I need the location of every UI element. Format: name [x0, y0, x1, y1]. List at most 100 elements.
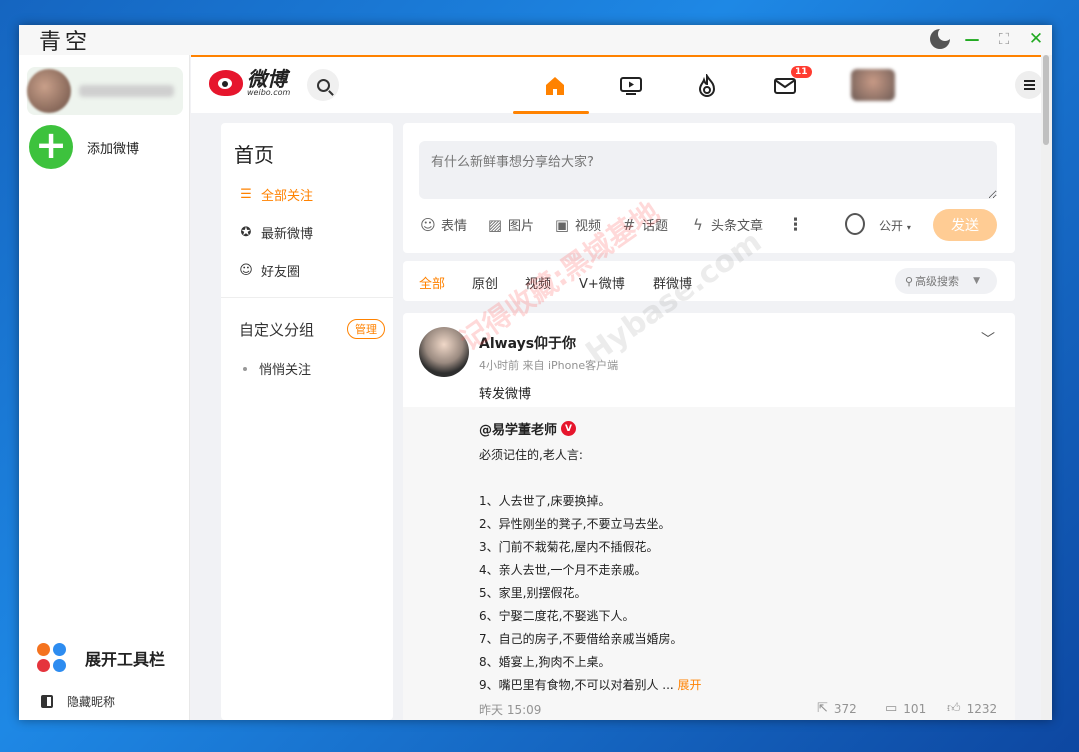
post-text: 转发微博 — [479, 387, 532, 402]
expand-toolbar-button[interactable]: 展开工具栏 — [37, 643, 165, 673]
repost-line: 8、婚宴上,狗肉不上桌。 — [479, 655, 611, 669]
image-icon: ▨ — [487, 215, 503, 234]
compose-input[interactable] — [419, 141, 997, 199]
close-icon[interactable]: ✕ — [1026, 29, 1046, 49]
article-button[interactable]: ϟ 头条文章 — [689, 215, 764, 235]
app-window: 青空 — ⛶ ✕ + 添加微博 展开工具栏 隐藏昵称 微博 weibo.com … — [19, 25, 1052, 720]
custom-group-title: 自定义分组 — [239, 321, 315, 339]
repost-text: 必须记住的,老人言: 1、人去世了,床要换掉。 2、异性刚坐的凳子,不要立马去坐… — [479, 444, 702, 697]
dark-mode-icon[interactable] — [930, 27, 952, 49]
timer-icon[interactable] — [845, 213, 865, 235]
bullet-icon — [243, 366, 247, 371]
repost-line: 1、人去世了,床要换掉。 — [479, 494, 611, 508]
maximize-icon[interactable]: ⛶ — [994, 29, 1014, 49]
share-count: 372 — [833, 701, 857, 716]
video-button[interactable]: ▣ 视频 — [553, 215, 602, 235]
weibo-view: 微博 weibo.com 11 首页 ☰ 全部关注 ✪ 最新微博 ☺ 好友圈 自… — [191, 55, 1052, 720]
manage-groups-button[interactable]: 管理 — [347, 319, 385, 339]
comment-icon: ▭ — [885, 701, 898, 716]
home-sidenav: 首页 ☰ 全部关注 ✪ 最新微博 ☺ 好友圈 自定义分组 管理 悄悄关注 — [221, 123, 393, 720]
chevron-down-icon[interactable]: ﹀ — [981, 329, 995, 349]
tab-video[interactable]: 视频 — [525, 273, 551, 292]
verified-icon: V — [561, 421, 577, 436]
friends-icon: ☺ — [239, 262, 253, 278]
tab-all[interactable]: 全部 — [419, 273, 445, 292]
sidenav-item-latest[interactable]: ✪ 最新微博 — [239, 223, 313, 242]
emoji-icon: ☺ — [420, 215, 436, 234]
repost-author-name[interactable]: @易学董老师 — [479, 419, 557, 438]
visibility-select[interactable]: 公开 ▾ — [879, 217, 911, 234]
emoji-button[interactable]: ☺ 表情 — [419, 215, 468, 235]
repost-line: 5、家里,别摆假花。 — [479, 586, 587, 600]
tool-label: 头条文章 — [711, 219, 764, 234]
tab-group[interactable]: 群微博 — [653, 273, 692, 292]
sidenav-item-all-following[interactable]: ☰ 全部关注 — [239, 185, 313, 204]
thumbs-up-icon: 👍︎ — [947, 701, 961, 716]
repost-line — [479, 467, 702, 490]
repost-line-last: 9、嘴巴里有食物,不可以对着别人 ... 展开 — [479, 674, 702, 697]
nav-video[interactable] — [609, 71, 653, 101]
weibo-logo[interactable]: 微博 weibo.com — [209, 69, 290, 97]
star-icon: ✪ — [240, 224, 252, 240]
lightning-icon: ϟ — [693, 215, 703, 234]
search-button[interactable] — [307, 69, 339, 101]
post-author-avatar[interactable] — [419, 327, 469, 377]
window-controls: — ⛶ ✕ — [930, 27, 1046, 49]
group-item-secret-follow[interactable]: 悄悄关注 — [243, 359, 311, 378]
page-scrollbar[interactable] — [1041, 55, 1052, 720]
reposted-content[interactable]: @易学董老师 V 必须记住的,老人言: 1、人去世了,床要换掉。 2、异性刚坐的… — [403, 407, 1015, 720]
menu-button[interactable] — [1015, 71, 1043, 99]
image-button[interactable]: ▨ 图片 — [486, 215, 535, 235]
minimize-icon[interactable]: — — [962, 29, 982, 49]
advanced-search-label: 高级搜索 — [915, 275, 960, 288]
like-button[interactable]: 👍︎ 1232 — [947, 701, 997, 716]
app-title: 青空 — [39, 30, 92, 55]
topic-button[interactable]: # 话题 — [620, 215, 668, 235]
logo-text-en: weibo.com — [247, 88, 291, 97]
tab-original[interactable]: 原创 — [472, 273, 498, 292]
sidenav-title: 首页 — [234, 143, 274, 167]
tool-label: 图片 — [508, 219, 535, 234]
repost-line: 必须记住的,老人言: — [479, 448, 583, 462]
account-panel: + 添加微博 展开工具栏 隐藏昵称 — [19, 55, 190, 720]
repost-line: 6、宁娶二度花,不娶逃下人。 — [479, 609, 635, 623]
message-count-badge: 11 — [791, 66, 812, 78]
nav-hot[interactable] — [685, 71, 729, 101]
sidebar-toggle-icon — [41, 695, 53, 708]
sidenav-item-friends[interactable]: ☺ 好友圈 — [239, 261, 300, 280]
repost-author[interactable]: @易学董老师 V — [479, 419, 577, 438]
account-name-blurred — [79, 85, 174, 97]
expand-toolbar-label: 展开工具栏 — [85, 650, 166, 669]
sidenav-item-label: 全部关注 — [261, 189, 314, 204]
tab-vplus[interactable]: V+微博 — [579, 273, 625, 292]
caret-down-icon: ▼ — [973, 276, 980, 286]
account-item[interactable] — [27, 67, 183, 115]
post-author-name[interactable]: Always仰于你 — [479, 333, 576, 353]
video-icon — [620, 77, 642, 95]
repost-line-text: 9、嘴巴里有食物,不可以对着别人 ... — [479, 678, 674, 692]
hide-nickname-toggle[interactable]: 隐藏昵称 — [41, 693, 115, 710]
nav-home[interactable] — [533, 71, 577, 101]
plus-icon: + — [29, 125, 73, 169]
search-icon: ⚲ — [905, 274, 914, 288]
share-button[interactable]: ⇱ 372 — [817, 701, 857, 716]
comment-button[interactable]: ▭ 101 — [885, 701, 926, 716]
search-icon — [316, 78, 330, 92]
list-icon: ☰ — [240, 186, 252, 202]
tool-label: 视频 — [575, 219, 602, 234]
scrollbar-thumb[interactable] — [1043, 55, 1049, 145]
repost-line: 2、异性刚坐的凳子,不要立马去坐。 — [479, 517, 671, 531]
more-tools-button[interactable]: ⋮ — [787, 215, 804, 235]
weibo-eye-icon — [209, 70, 243, 96]
add-weibo-button[interactable]: + 添加微博 — [29, 125, 139, 169]
user-avatar[interactable] — [851, 69, 895, 101]
repost-line: 3、门前不栽菊花,屋内不插假花。 — [479, 540, 659, 554]
send-button[interactable]: 发送 — [933, 209, 997, 241]
account-avatar — [27, 69, 71, 113]
expand-link[interactable]: 展开 — [678, 678, 702, 692]
feed-filter-bar: 全部 原创 视频 V+微博 群微博 ⚲ 高级搜索 ▼ — [403, 261, 1015, 301]
post-composer: ☺ 表情 ▨ 图片 ▣ 视频 # 话题 ϟ 头条文章 ⋮ 公开 — [403, 123, 1015, 253]
advanced-search-button[interactable]: ⚲ 高级搜索 ▼ — [895, 268, 997, 294]
tool-label: 表情 — [441, 219, 468, 234]
video-icon: ▣ — [554, 215, 570, 234]
